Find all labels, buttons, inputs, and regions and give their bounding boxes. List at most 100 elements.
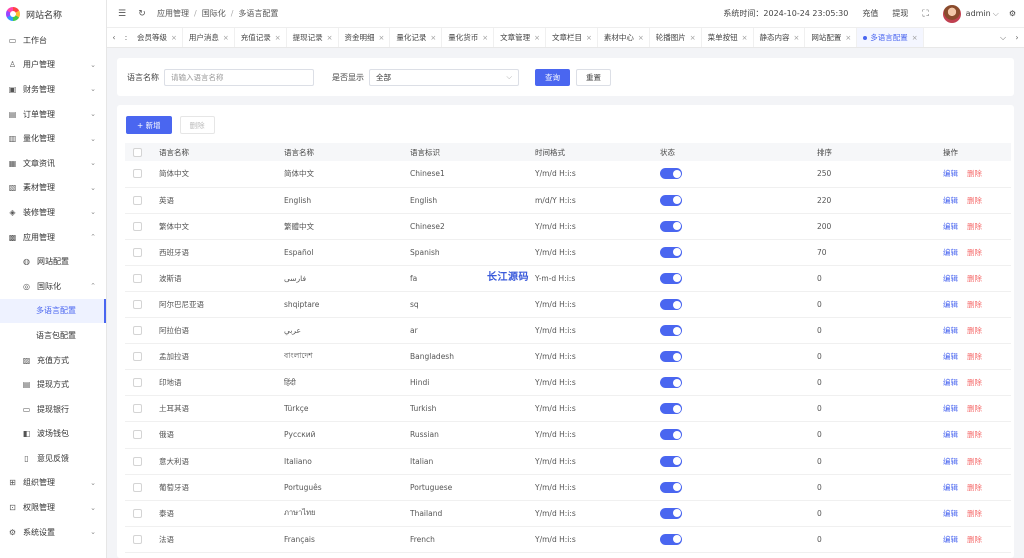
- delete-link[interactable]: 删除: [967, 326, 982, 335]
- settings-icon[interactable]: ⚙: [1009, 9, 1016, 18]
- breadcrumb-item[interactable]: 应用管理: [157, 8, 189, 19]
- tab[interactable]: 提现记录 ×: [287, 28, 339, 47]
- sidebar-item[interactable]: ▩ 应用管理 ⌃: [0, 225, 106, 250]
- delete-link[interactable]: 删除: [967, 404, 982, 413]
- edit-link[interactable]: 编辑: [943, 300, 958, 309]
- delete-link[interactable]: 删除: [967, 378, 982, 387]
- tab[interactable]: 文章管理 ×: [494, 28, 546, 47]
- row-checkbox[interactable]: [133, 326, 142, 336]
- delete-link[interactable]: 删除: [967, 509, 982, 518]
- sidebar-item[interactable]: 语言包配置: [0, 323, 106, 348]
- delete-link[interactable]: 删除: [967, 483, 982, 492]
- tab-more-icon[interactable]: :: [121, 33, 131, 42]
- close-icon[interactable]: ×: [742, 34, 748, 42]
- row-checkbox[interactable]: [133, 169, 142, 179]
- tab[interactable]: 量化记录 ×: [390, 28, 443, 47]
- sidebar-item[interactable]: ⊞ 组织管理 ⌄: [0, 471, 106, 496]
- sidebar-item[interactable]: ▨ 充值方式: [0, 348, 106, 373]
- recharge-link[interactable]: 充值: [862, 8, 878, 19]
- tab[interactable]: 会员等级 ×: [131, 28, 183, 47]
- row-checkbox[interactable]: [133, 247, 142, 257]
- tab[interactable]: 文章栏目 ×: [546, 28, 598, 47]
- search-button[interactable]: 查询: [535, 68, 570, 86]
- show-select[interactable]: 全部 ⌵: [369, 68, 519, 86]
- row-checkbox[interactable]: [133, 273, 142, 283]
- close-icon[interactable]: ×: [912, 34, 918, 42]
- edit-link[interactable]: 编辑: [943, 404, 958, 413]
- close-icon[interactable]: ×: [586, 34, 592, 42]
- delete-link[interactable]: 删除: [967, 430, 982, 439]
- refresh-icon[interactable]: ↻: [137, 9, 147, 19]
- row-checkbox[interactable]: [133, 430, 142, 440]
- status-toggle[interactable]: [660, 429, 682, 441]
- status-toggle[interactable]: [660, 533, 682, 545]
- sidebar-item[interactable]: ♙ 用户管理 ⌄: [0, 53, 106, 78]
- edit-link[interactable]: 编辑: [943, 196, 958, 205]
- status-toggle[interactable]: [660, 377, 682, 389]
- status-toggle[interactable]: [660, 272, 682, 284]
- delete-link[interactable]: 删除: [967, 274, 982, 283]
- edit-link[interactable]: 编辑: [943, 483, 958, 492]
- close-icon[interactable]: ×: [327, 34, 333, 42]
- logo[interactable]: 网站名称: [0, 0, 106, 28]
- delete-link[interactable]: 删除: [967, 535, 982, 544]
- status-toggle[interactable]: [660, 246, 682, 258]
- status-toggle[interactable]: [660, 194, 682, 206]
- close-icon[interactable]: ×: [690, 34, 696, 42]
- sidebar-item[interactable]: ⊡ 权限管理 ⌄: [0, 495, 106, 520]
- delete-link[interactable]: 删除: [967, 457, 982, 466]
- tab[interactable]: 用户消息 ×: [183, 28, 235, 47]
- withdraw-link[interactable]: 提现: [892, 8, 908, 19]
- tab-scroll-left-icon[interactable]: ‹: [107, 33, 121, 42]
- sidebar-item[interactable]: ▥ 量化管理 ⌄: [0, 126, 106, 151]
- batch-delete-button[interactable]: 删除: [179, 116, 215, 134]
- close-icon[interactable]: ×: [430, 34, 436, 42]
- tab[interactable]: 多语言配置 ×: [857, 28, 924, 47]
- menu-toggle-icon[interactable]: ☰: [117, 9, 127, 19]
- tab[interactable]: 网站配置 ×: [805, 28, 858, 47]
- delete-link[interactable]: 删除: [967, 352, 982, 361]
- sidebar-item[interactable]: ▤ 提现方式: [0, 372, 106, 397]
- add-button[interactable]: + 新增: [126, 116, 172, 134]
- row-checkbox[interactable]: [133, 221, 142, 231]
- chevron-down-icon[interactable]: ⌵: [993, 9, 999, 19]
- status-toggle[interactable]: [660, 168, 682, 180]
- delete-link[interactable]: 删除: [967, 169, 982, 178]
- delete-link[interactable]: 删除: [967, 248, 982, 257]
- sidebar-item[interactable]: ▯ 意见反馈: [0, 446, 106, 471]
- avatar[interactable]: [942, 4, 961, 23]
- status-toggle[interactable]: [660, 351, 682, 363]
- sidebar-item[interactable]: ◎ 国际化 ⌃: [0, 274, 106, 299]
- language-name-input[interactable]: 请输入语言名称: [164, 68, 314, 86]
- tab[interactable]: 量化货币 ×: [442, 28, 495, 47]
- status-toggle[interactable]: [660, 481, 682, 493]
- edit-link[interactable]: 编辑: [943, 169, 958, 178]
- status-toggle[interactable]: [660, 403, 682, 415]
- status-toggle[interactable]: [660, 325, 682, 337]
- close-icon[interactable]: ×: [534, 34, 540, 42]
- edit-link[interactable]: 编辑: [943, 274, 958, 283]
- status-toggle[interactable]: [660, 507, 682, 519]
- edit-link[interactable]: 编辑: [943, 378, 958, 387]
- breadcrumb-item[interactable]: 国际化: [202, 8, 226, 19]
- tab[interactable]: 静态内容 ×: [754, 28, 806, 47]
- close-icon[interactable]: ×: [638, 34, 644, 42]
- edit-link[interactable]: 编辑: [943, 326, 958, 335]
- sidebar-item[interactable]: ◈ 装修管理 ⌄: [0, 200, 106, 225]
- tab[interactable]: 素材中心 ×: [598, 28, 650, 47]
- status-toggle[interactable]: [660, 220, 682, 232]
- close-icon[interactable]: ×: [794, 34, 800, 42]
- row-checkbox[interactable]: [133, 404, 142, 414]
- edit-link[interactable]: 编辑: [943, 248, 958, 257]
- tab[interactable]: 菜单按钮 ×: [702, 28, 754, 47]
- reset-button[interactable]: 重置: [576, 68, 611, 86]
- row-checkbox[interactable]: [133, 300, 142, 310]
- tab-dropdown-icon[interactable]: ⌵: [996, 33, 1010, 43]
- sidebar-item[interactable]: ▦ 文章资讯 ⌄: [0, 151, 106, 176]
- user-name[interactable]: admin: [966, 9, 991, 18]
- row-checkbox[interactable]: [133, 195, 142, 205]
- sidebar-item[interactable]: ▤ 订单管理 ⌄: [0, 102, 106, 127]
- delete-link[interactable]: 删除: [967, 222, 982, 231]
- edit-link[interactable]: 编辑: [943, 535, 958, 544]
- sidebar-item[interactable]: ▣ 财务管理 ⌄: [0, 77, 106, 102]
